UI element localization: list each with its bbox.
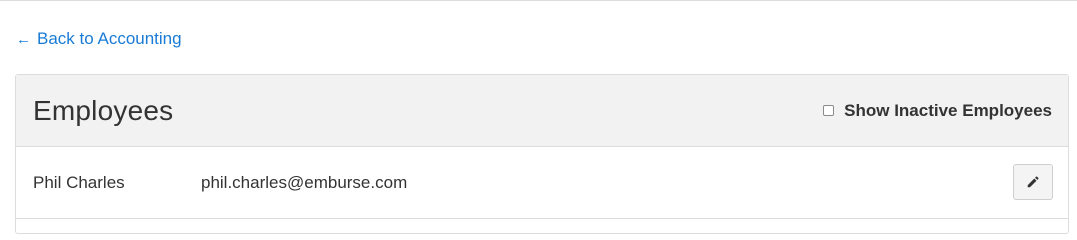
edit-employee-button[interactable] — [1013, 164, 1053, 200]
employee-name: Phil Charles — [33, 172, 125, 192]
employees-panel: Employees Show Inactive Employees Phil C… — [15, 74, 1069, 234]
back-to-accounting-link[interactable]: ← Back to Accounting — [16, 29, 182, 49]
show-inactive-toggle[interactable]: Show Inactive Employees — [823, 101, 1052, 121]
top-divider — [0, 0, 1077, 1]
show-inactive-label: Show Inactive Employees — [844, 100, 1052, 120]
panel-header: Employees Show Inactive Employees — [16, 75, 1068, 147]
employee-row: Phil Charles phil.charles@emburse.com — [16, 147, 1068, 219]
employee-email: phil.charles@emburse.com — [201, 172, 408, 192]
page-title: Employees — [33, 94, 174, 126]
back-link-label: Back to Accounting — [37, 29, 182, 48]
pencil-icon — [1027, 176, 1039, 188]
arrow-left-icon: ← — [16, 30, 31, 48]
show-inactive-checkbox[interactable] — [823, 105, 835, 116]
